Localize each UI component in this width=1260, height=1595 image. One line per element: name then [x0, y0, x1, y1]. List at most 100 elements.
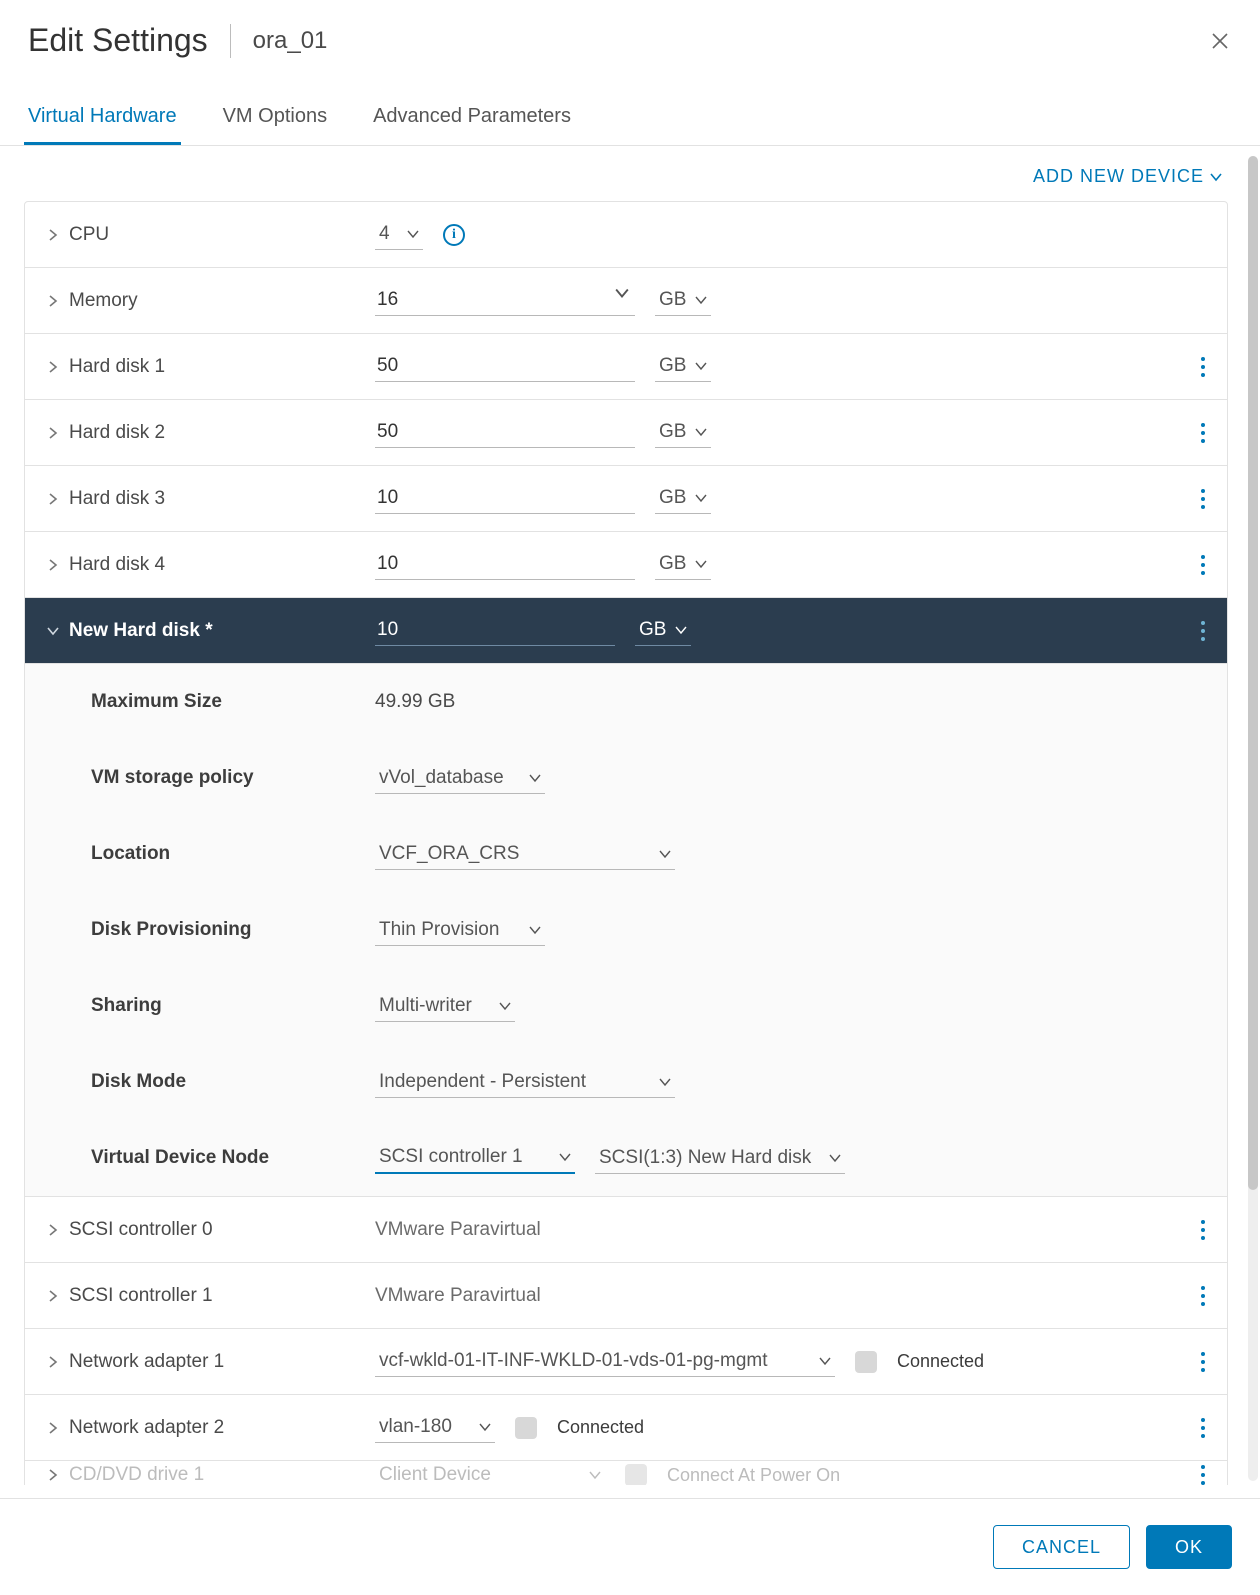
- hd1-actions-menu[interactable]: [1193, 356, 1227, 378]
- tabs: Virtual Hardware VM Options Advanced Par…: [0, 95, 1260, 146]
- hd2-unit-select[interactable]: GB: [655, 417, 711, 448]
- tab-virtual-hardware[interactable]: Virtual Hardware: [24, 95, 181, 145]
- chevron-down-icon: [559, 1152, 571, 1162]
- net2-network-select[interactable]: vlan-180: [375, 1412, 495, 1443]
- scsi1-value: VMware Paravirtual: [375, 1285, 541, 1307]
- chevron-down-icon: [829, 1153, 841, 1163]
- location-select[interactable]: VCF_ORA_CRS: [375, 839, 675, 870]
- scsi0-value: VMware Paravirtual: [375, 1219, 541, 1241]
- sharing-select[interactable]: Multi-writer: [375, 991, 515, 1022]
- row-memory: Memory GB: [25, 268, 1227, 334]
- hd4-label: Hard disk 4: [69, 554, 165, 576]
- net2-label: Network adapter 2: [69, 1417, 224, 1439]
- chevron-down-icon[interactable]: [47, 625, 59, 637]
- close-icon: [1210, 31, 1230, 51]
- net1-network-value: vcf-wkld-01-IT-INF-WKLD-01-vds-01-pg-mgm…: [379, 1350, 768, 1372]
- memory-unit-value: GB: [659, 289, 686, 311]
- hd2-size-input[interactable]: [375, 417, 635, 448]
- dialog-body: ADD NEW DEVICE CPU: [0, 152, 1260, 1485]
- chevron-down-icon: [407, 229, 419, 239]
- hd4-unit-value: GB: [659, 553, 686, 575]
- edit-settings-dialog: Edit Settings ora_01 Virtual Hardware VM…: [0, 0, 1260, 1595]
- hd3-actions-menu[interactable]: [1193, 488, 1227, 510]
- net2-connected-label: Connected: [557, 1417, 644, 1438]
- chevron-down-icon: [479, 1422, 491, 1432]
- provisioning-select[interactable]: Thin Provision: [375, 915, 545, 946]
- storage-policy-select[interactable]: vVol_database: [375, 763, 545, 794]
- row-cpu: CPU 4 i: [25, 202, 1227, 268]
- cpu-count-select[interactable]: 4: [375, 219, 423, 250]
- close-button[interactable]: [1208, 29, 1232, 53]
- chevron-right-icon[interactable]: [47, 1469, 59, 1481]
- sub-virtual-device-node: Virtual Device Node SCSI controller 1 SC…: [25, 1120, 1227, 1196]
- new-hd-actions-menu[interactable]: [1193, 620, 1227, 642]
- chevron-right-icon[interactable]: [47, 295, 59, 307]
- sub-location: Location VCF_ORA_CRS: [25, 816, 1227, 892]
- vdn-controller-select[interactable]: SCSI controller 1: [375, 1142, 575, 1174]
- hd4-size-input[interactable]: [375, 549, 635, 580]
- hd1-size-input[interactable]: [375, 351, 635, 382]
- hd1-label: Hard disk 1: [69, 356, 165, 378]
- hd1-unit-select[interactable]: GB: [655, 351, 711, 382]
- net1-connected-checkbox[interactable]: [855, 1351, 877, 1373]
- dialog-title: Edit Settings: [28, 22, 208, 59]
- cd-connect-checkbox[interactable]: [625, 1464, 647, 1485]
- new-hd-unit-select[interactable]: GB: [635, 615, 691, 646]
- sub-disk-mode: Disk Mode Independent - Persistent: [25, 1044, 1227, 1120]
- sub-max-size: Maximum Size 49.99 GB: [25, 664, 1227, 740]
- chevron-right-icon[interactable]: [47, 229, 59, 241]
- scsi0-actions-menu[interactable]: [1193, 1219, 1227, 1241]
- hd4-actions-menu[interactable]: [1193, 554, 1227, 576]
- chevron-down-icon: [659, 849, 671, 859]
- ok-button[interactable]: OK: [1146, 1525, 1232, 1569]
- memory-unit-select[interactable]: GB: [655, 285, 711, 316]
- hd1-unit-value: GB: [659, 355, 686, 377]
- chevron-down-icon: [529, 773, 541, 783]
- new-hd-unit-value: GB: [639, 619, 666, 641]
- net2-connected-checkbox[interactable]: [515, 1417, 537, 1439]
- hd4-unit-select[interactable]: GB: [655, 549, 711, 580]
- tab-vm-options[interactable]: VM Options: [219, 95, 331, 145]
- cd-label: CD/DVD drive 1: [69, 1464, 204, 1485]
- hd3-unit-select[interactable]: GB: [655, 483, 711, 514]
- net1-actions-menu[interactable]: [1193, 1351, 1227, 1373]
- provisioning-label: Disk Provisioning: [25, 919, 367, 941]
- hd3-size-input[interactable]: [375, 483, 635, 514]
- new-hd-size-input[interactable]: [375, 615, 615, 646]
- info-icon[interactable]: i: [443, 224, 465, 246]
- chevron-right-icon[interactable]: [47, 1422, 59, 1434]
- chevron-right-icon[interactable]: [47, 1224, 59, 1236]
- row-cd-dvd-1: CD/DVD drive 1 Client Device Connect At …: [25, 1461, 1227, 1485]
- provisioning-value: Thin Provision: [379, 919, 499, 941]
- net1-network-select[interactable]: vcf-wkld-01-IT-INF-WKLD-01-vds-01-pg-mgm…: [375, 1346, 835, 1377]
- cd-actions-menu[interactable]: [1193, 1464, 1227, 1485]
- cd-device-select[interactable]: Client Device: [375, 1461, 605, 1485]
- net1-connected-label: Connected: [897, 1351, 984, 1372]
- sub-sharing: Sharing Multi-writer: [25, 968, 1227, 1044]
- max-size-value: 49.99 GB: [375, 691, 455, 713]
- chevron-right-icon[interactable]: [47, 361, 59, 373]
- tab-advanced-parameters[interactable]: Advanced Parameters: [369, 95, 575, 145]
- chevron-right-icon[interactable]: [47, 493, 59, 505]
- chevron-down-icon: [499, 1001, 511, 1011]
- disk-mode-select[interactable]: Independent - Persistent: [375, 1067, 675, 1098]
- scsi1-label: SCSI controller 1: [69, 1285, 213, 1307]
- scrollbar[interactable]: [1248, 156, 1258, 1481]
- scrollbar-thumb[interactable]: [1248, 156, 1258, 1190]
- cancel-button[interactable]: CANCEL: [993, 1525, 1130, 1569]
- hd2-actions-menu[interactable]: [1193, 422, 1227, 444]
- add-new-device-button[interactable]: ADD NEW DEVICE: [1033, 166, 1222, 187]
- row-hard-disk-1: Hard disk 1 GB: [25, 334, 1227, 400]
- chevron-right-icon[interactable]: [47, 427, 59, 439]
- net2-actions-menu[interactable]: [1193, 1417, 1227, 1439]
- scsi1-actions-menu[interactable]: [1193, 1285, 1227, 1307]
- chevron-right-icon[interactable]: [47, 1290, 59, 1302]
- chevron-right-icon[interactable]: [47, 1356, 59, 1368]
- memory-value-input[interactable]: [375, 285, 635, 316]
- row-new-hard-disk: New Hard disk * GB: [25, 598, 1227, 664]
- chevron-right-icon[interactable]: [47, 559, 59, 571]
- row-scsi-1: SCSI controller 1 VMware Paravirtual: [25, 1263, 1227, 1329]
- vdn-slot-select[interactable]: SCSI(1:3) New Hard disk: [595, 1143, 845, 1174]
- header-divider: [230, 24, 231, 58]
- cd-device-value: Client Device: [379, 1464, 491, 1486]
